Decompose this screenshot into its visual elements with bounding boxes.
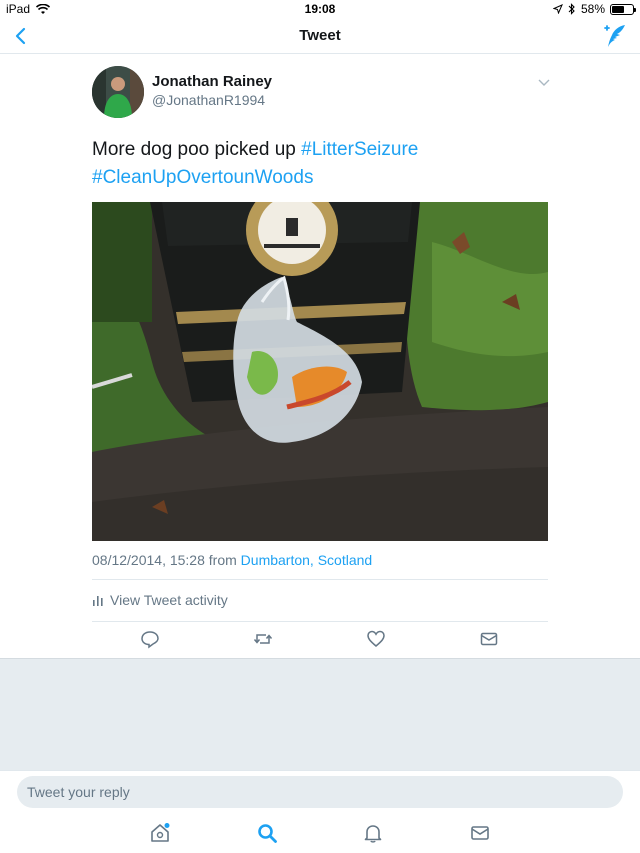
home-icon[interactable] bbox=[149, 822, 171, 844]
battery-icon bbox=[610, 3, 636, 15]
view-tweet-activity-label: View Tweet activity bbox=[110, 592, 228, 608]
status-bar: iPad 19:08 58% bbox=[0, 0, 640, 18]
photo-image bbox=[92, 202, 548, 541]
search-icon[interactable] bbox=[256, 822, 278, 844]
bell-icon[interactable] bbox=[362, 822, 384, 844]
bar-chart-icon bbox=[93, 596, 103, 606]
chevron-down-icon[interactable] bbox=[537, 78, 551, 88]
tweet-timestamp: 08/12/2014, 15:28 from bbox=[92, 552, 241, 568]
heart-icon[interactable] bbox=[366, 629, 386, 649]
hashtag-litterseizure[interactable]: #LitterSeizure bbox=[301, 139, 418, 160]
reply-input[interactable]: Tweet your reply bbox=[17, 776, 623, 808]
avatar-photo bbox=[92, 66, 144, 118]
tweet-detail: Jonathan Rainey @JonathanR1994 More dog … bbox=[0, 54, 640, 658]
reply-bar: Tweet your reply bbox=[0, 770, 640, 814]
status-time: 19:08 bbox=[304, 2, 336, 16]
author-handle[interactable]: @JonathanR1994 bbox=[152, 92, 265, 108]
tweet-location[interactable]: Dumbarton, Scotland bbox=[241, 552, 373, 568]
status-right: 58% bbox=[552, 2, 636, 16]
retweet-icon[interactable] bbox=[253, 629, 273, 649]
tab-bar bbox=[0, 814, 640, 853]
divider bbox=[92, 621, 548, 622]
tweet-text: More dog poo picked up #LitterSeizure #C… bbox=[92, 136, 562, 192]
avatar[interactable] bbox=[92, 66, 144, 118]
tweet-meta: 08/12/2014, 15:28 from Dumbarton, Scotla… bbox=[92, 552, 372, 568]
view-tweet-activity[interactable]: View Tweet activity bbox=[92, 592, 228, 608]
author-name[interactable]: Jonathan Rainey bbox=[152, 73, 272, 90]
reply-icon[interactable] bbox=[140, 629, 160, 649]
envelope-icon[interactable] bbox=[469, 822, 491, 844]
nav-bar: Tweet bbox=[0, 18, 640, 54]
envelope-icon[interactable] bbox=[479, 629, 499, 649]
page-title: Tweet bbox=[299, 27, 341, 44]
battery-percent: 58% bbox=[580, 2, 605, 16]
divider bbox=[92, 579, 548, 580]
conversation-background bbox=[0, 658, 640, 770]
tweet-actions bbox=[92, 629, 548, 653]
compose-tweet-icon[interactable] bbox=[600, 22, 628, 50]
battery-fill bbox=[612, 5, 624, 13]
location-arrow-icon bbox=[552, 4, 563, 14]
bluetooth-icon bbox=[568, 3, 575, 15]
tweet-body: More dog poo picked up bbox=[92, 139, 302, 160]
hashtag-cleanupovertounwoods[interactable]: #CleanUpOvertounWoods bbox=[92, 167, 313, 188]
tweet-photo[interactable] bbox=[92, 202, 548, 541]
